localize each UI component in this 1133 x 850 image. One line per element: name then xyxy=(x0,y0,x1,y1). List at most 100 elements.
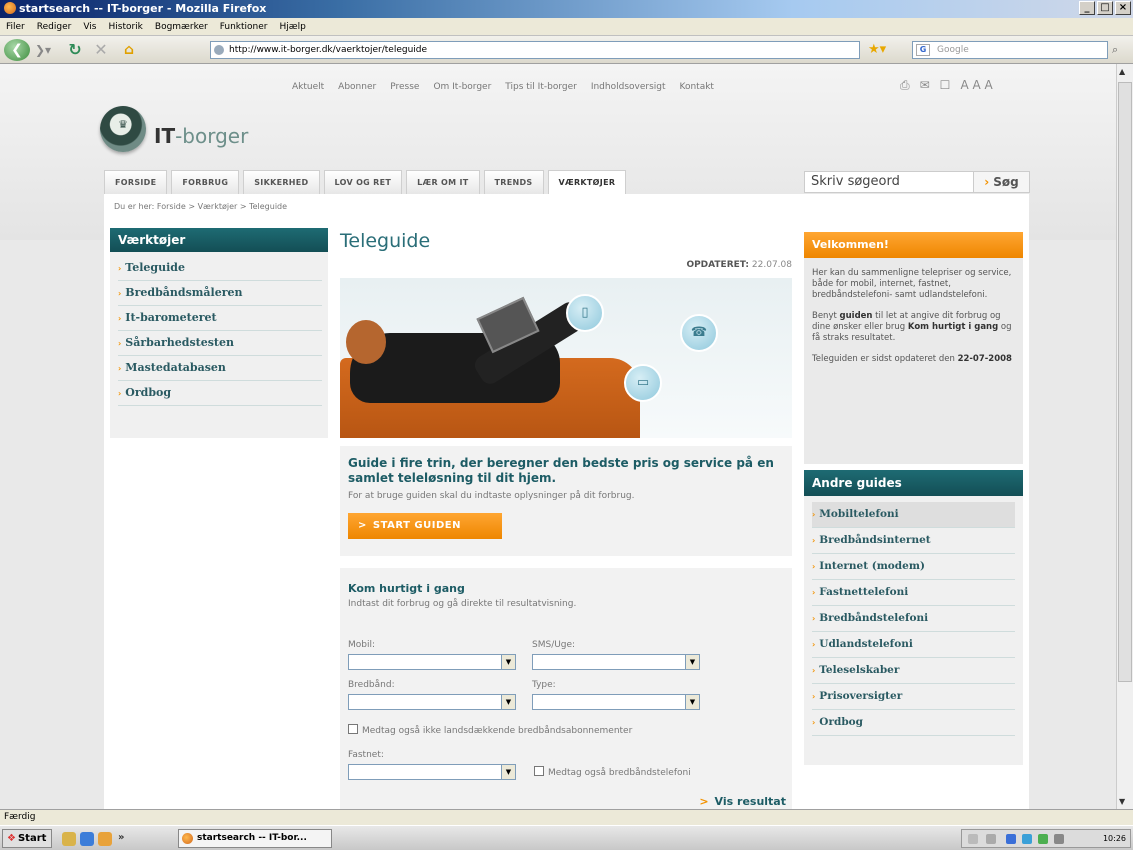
other-guides-title: Andre guides xyxy=(804,470,1023,496)
search-magnifier-icon[interactable]: ⌕ xyxy=(1112,43,1118,57)
guide-link-ordbog[interactable]: › Ordbog xyxy=(812,710,1015,736)
checkbox-icon[interactable] xyxy=(348,724,358,734)
menu-filer[interactable]: Filer xyxy=(6,18,25,35)
network-icon[interactable] xyxy=(986,834,996,844)
page-tools: ⎙ ✉ ☐ A A A xyxy=(900,78,993,93)
checkbox-broadband-telephony[interactable]: Medtag også bredbåndstelefoni xyxy=(534,766,691,778)
dropdown-arrow-icon[interactable]: ▼ xyxy=(685,695,699,709)
monitor-icon[interactable] xyxy=(1006,834,1016,844)
quicklaunch-more-icon[interactable]: » xyxy=(118,832,132,846)
menu-bogmaerker[interactable]: Bogmærker xyxy=(155,18,208,35)
sidebar-item-bredbaandsmaaleren[interactable]: › Bredbåndsmåleren xyxy=(118,281,322,306)
toplink-tips[interactable]: Tips til It-borger xyxy=(505,82,577,92)
guide-link-mobiltelefoni[interactable]: › Mobiltelefoni xyxy=(812,502,1015,528)
forward-button[interactable]: ❯▾ xyxy=(33,39,53,61)
reload-icon[interactable]: ↻ xyxy=(66,39,84,61)
email-icon[interactable]: ✉ xyxy=(920,78,930,93)
guide-link-prisoversigter[interactable]: › Prisoversigter xyxy=(812,684,1015,710)
scroll-down-icon[interactable]: ▼ xyxy=(1119,797,1125,806)
taskbar-window-item[interactable]: startsearch -- IT-bor... xyxy=(178,829,332,848)
menu-hjaelp[interactable]: Hjælp xyxy=(280,18,306,35)
sidebar-item-ordbog[interactable]: › Ordbog xyxy=(118,381,322,406)
show-result-link[interactable]: > Vis resultat xyxy=(699,795,786,808)
main-navigation: FORSIDE FORBRUG SIKKERHED LOV OG RET LÆR… xyxy=(104,170,627,194)
google-icon[interactable]: G xyxy=(916,44,930,56)
menu-rediger[interactable]: Rediger xyxy=(37,18,72,35)
toplink-aktuelt[interactable]: Aktuelt xyxy=(292,82,324,92)
guide-link-fastnettelefoni[interactable]: › Fastnettelefoni xyxy=(812,580,1015,606)
quicklaunch-browser-icon[interactable] xyxy=(62,832,76,846)
guide-link-udlandstelefoni[interactable]: › Udlandstelefoni xyxy=(812,632,1015,658)
toplink-presse[interactable]: Presse xyxy=(390,82,419,92)
quicklaunch-ie-icon[interactable] xyxy=(80,832,94,846)
start-guide-button[interactable]: > START GUIDEN xyxy=(348,513,502,539)
browser-search-input[interactable]: G Google xyxy=(912,41,1108,59)
menu-historik[interactable]: Historik xyxy=(108,18,142,35)
welcome-paragraph-3: Teleguiden er sidst opdateret den 22-07-… xyxy=(812,354,1012,364)
messenger-icon[interactable] xyxy=(1022,834,1032,844)
site-search-input[interactable]: Skriv søgeord xyxy=(804,171,974,193)
sidebar-item-it-barometeret[interactable]: › It-barometeret xyxy=(118,306,322,331)
sms-select[interactable]: ▼ xyxy=(532,654,700,670)
dropdown-arrow-icon[interactable]: ▼ xyxy=(501,655,515,669)
site-search-button[interactable]: › Søg xyxy=(974,171,1030,193)
quicklaunch-media-icon[interactable] xyxy=(98,832,112,846)
guide-link-teleselskaber[interactable]: › Teleselskaber xyxy=(812,658,1015,684)
print-icon[interactable]: ⎙ xyxy=(900,78,910,93)
checkbox-icon[interactable] xyxy=(534,766,544,776)
dropdown-arrow-icon[interactable]: ▼ xyxy=(685,655,699,669)
guide-text: For at bruge guiden skal du indtaste opl… xyxy=(348,491,635,501)
tab-trends[interactable]: TRENDS xyxy=(483,170,544,194)
sidebar-item-teleguide[interactable]: › Teleguide xyxy=(118,256,322,281)
menu-funktioner[interactable]: Funktioner xyxy=(220,18,268,35)
tab-lov-og-ret[interactable]: LOV OG RET xyxy=(323,170,403,194)
maximize-button[interactable]: □ xyxy=(1097,1,1113,15)
toplink-kontakt[interactable]: Kontakt xyxy=(680,82,714,92)
toplink-om[interactable]: Om It-borger xyxy=(433,82,491,92)
tab-forside[interactable]: FORSIDE xyxy=(104,170,168,194)
system-tray: 10:26 xyxy=(961,829,1131,848)
toplink-abonner[interactable]: Abonner xyxy=(338,82,376,92)
bookmark-star-icon[interactable]: ★▾ xyxy=(868,42,886,57)
quick-text: Indtast dit forbrug og gå direkte til re… xyxy=(348,599,577,609)
vertical-scrollbar[interactable]: ▲ ▼ xyxy=(1116,64,1133,809)
tab-sikkerhed[interactable]: SIKKERHED xyxy=(243,170,320,194)
font-size-icon[interactable]: A A A xyxy=(960,78,992,93)
volume-icon[interactable] xyxy=(1054,834,1064,844)
url-bar[interactable]: http://www.it-borger.dk/vaerktojer/teleg… xyxy=(210,41,860,59)
guide-link-bredbaandsinternet[interactable]: › Bredbåndsinternet xyxy=(812,528,1015,554)
share-icon[interactable]: ☐ xyxy=(940,78,951,93)
tab-vaerktojer[interactable]: VÆRKTØJER xyxy=(547,170,627,194)
minimize-button[interactable]: _ xyxy=(1079,1,1095,15)
chevron-right-icon: › xyxy=(812,640,816,649)
sidebar-item-saarbarhedstesten[interactable]: › Sårbarhedstesten xyxy=(118,331,322,356)
scrollbar-thumb[interactable] xyxy=(1118,82,1132,682)
dropdown-arrow-icon[interactable]: ▼ xyxy=(501,765,515,779)
checkbox-non-national[interactable]: Medtag også ikke landsdækkende bredbånds… xyxy=(348,724,632,736)
bredbaand-select[interactable]: ▼ xyxy=(348,694,516,710)
help-icon[interactable] xyxy=(968,834,978,844)
scroll-up-icon[interactable]: ▲ xyxy=(1119,67,1125,76)
dropdown-arrow-icon[interactable]: ▼ xyxy=(501,695,515,709)
menu-vis[interactable]: Vis xyxy=(83,18,96,35)
close-button[interactable]: × xyxy=(1115,1,1131,15)
tab-forbrug[interactable]: FORBRUG xyxy=(171,170,240,194)
guide-link-bredbaandstelefoni[interactable]: › Bredbåndstelefoni xyxy=(812,606,1015,632)
fastnet-select[interactable]: ▼ xyxy=(348,764,516,780)
toplink-indhold[interactable]: Indholdsoversigt xyxy=(591,82,666,92)
chevron-right-icon: › xyxy=(118,264,122,273)
mobil-select[interactable]: ▼ xyxy=(348,654,516,670)
security-icon[interactable] xyxy=(1038,834,1048,844)
site-identity-icon[interactable] xyxy=(214,45,224,55)
home-icon[interactable]: ⌂ xyxy=(120,39,138,61)
type-select[interactable]: ▼ xyxy=(532,694,700,710)
start-button[interactable]: ❖ Start xyxy=(2,829,52,848)
guide-link-internet-modem[interactable]: › Internet (modem) xyxy=(812,554,1015,580)
tab-laer-om-it[interactable]: LÆR OM IT xyxy=(406,170,480,194)
page-title: Teleguide xyxy=(340,230,431,252)
stop-icon[interactable]: ✕ xyxy=(92,39,110,61)
back-button[interactable]: ❮ xyxy=(4,39,30,61)
logo-text: IT-borger xyxy=(154,124,249,148)
window-controls: _ □ × xyxy=(1079,1,1131,15)
sidebar-item-mastedatabasen[interactable]: › Mastedatabasen xyxy=(118,356,322,381)
